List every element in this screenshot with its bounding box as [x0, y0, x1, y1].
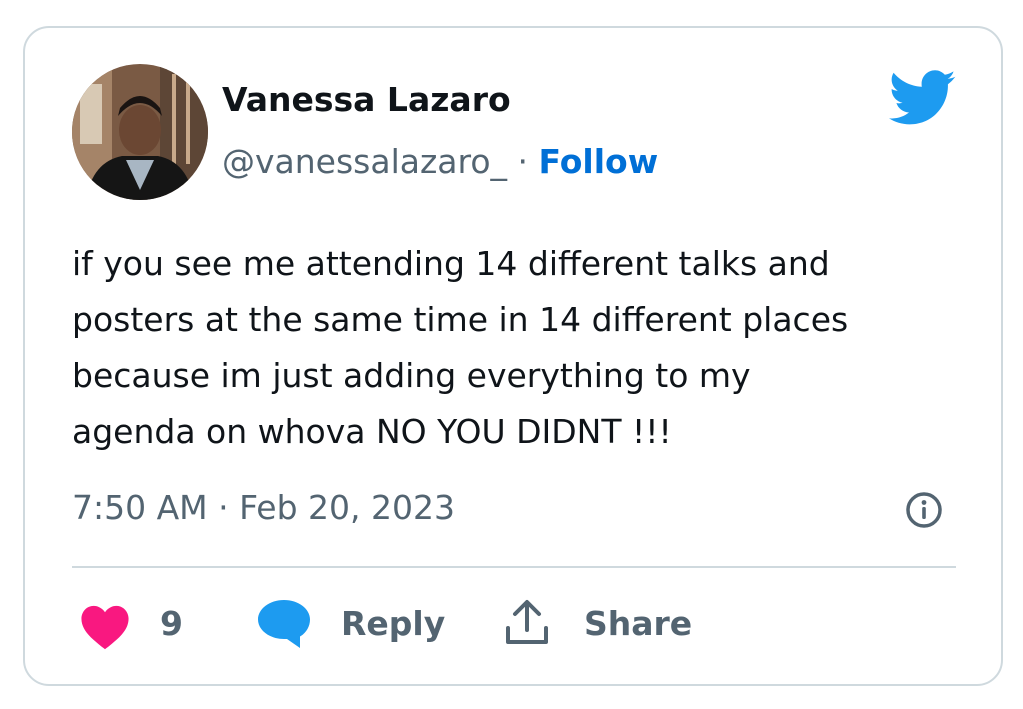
- avatar-photo: [72, 64, 208, 200]
- reply-button[interactable]: Reply: [341, 604, 445, 643]
- like-count[interactable]: 9: [160, 604, 183, 643]
- tweet-text: if you see me attending 14 different tal…: [72, 244, 849, 451]
- author-handle[interactable]: @vanessalazaro_: [222, 142, 507, 181]
- separator-dot: ·: [517, 142, 529, 181]
- share-button[interactable]: Share: [584, 604, 692, 643]
- heart-icon[interactable]: [78, 602, 132, 650]
- handle-row: @vanessalazaro_ · Follow: [222, 142, 658, 181]
- author-name[interactable]: Vanessa Lazaro: [222, 80, 511, 119]
- follow-link[interactable]: Follow: [539, 142, 659, 181]
- speech-bubble-icon[interactable]: [256, 598, 312, 650]
- share-upload-icon[interactable]: [503, 598, 551, 648]
- avatar[interactable]: [72, 64, 208, 200]
- divider: [72, 566, 956, 568]
- twitter-bird-icon[interactable]: [888, 70, 957, 126]
- tweet-timestamp[interactable]: 7:50 AM · Feb 20, 2023: [72, 488, 455, 527]
- info-icon[interactable]: [904, 490, 944, 530]
